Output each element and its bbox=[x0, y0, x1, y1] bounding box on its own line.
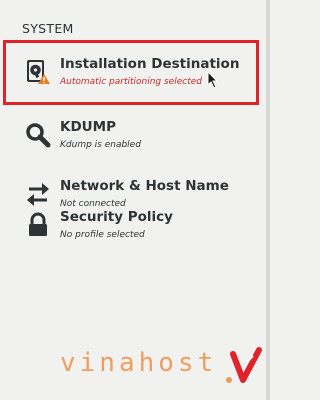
watermark-text: vinahost bbox=[60, 348, 218, 378]
spoke-title: KDUMP bbox=[60, 119, 116, 135]
lock-icon bbox=[29, 212, 47, 236]
watermark-logo: vinahost bbox=[60, 346, 265, 388]
hub-panel: { "section": { "heading": "SYSTEM" }, "s… bbox=[0, 0, 270, 400]
mouse-cursor-icon bbox=[207, 71, 219, 89]
spoke-status: No profile selected bbox=[60, 230, 145, 240]
magnifier-icon bbox=[26, 123, 51, 148]
watermark-mark-icon bbox=[226, 347, 262, 383]
spoke-title: Security Policy bbox=[60, 209, 173, 225]
spoke-title: Network & Host Name bbox=[60, 178, 229, 194]
spoke-kdump[interactable]: KDUMP Kdump is enabled bbox=[0, 113, 266, 167]
panel-divider bbox=[266, 0, 270, 400]
spoke-security-policy[interactable]: Security Policy No profile selected bbox=[0, 203, 266, 257]
selection-highlight-box bbox=[3, 40, 259, 105]
spoke-status: Kdump is enabled bbox=[60, 140, 141, 150]
section-heading: SYSTEM bbox=[22, 21, 74, 36]
